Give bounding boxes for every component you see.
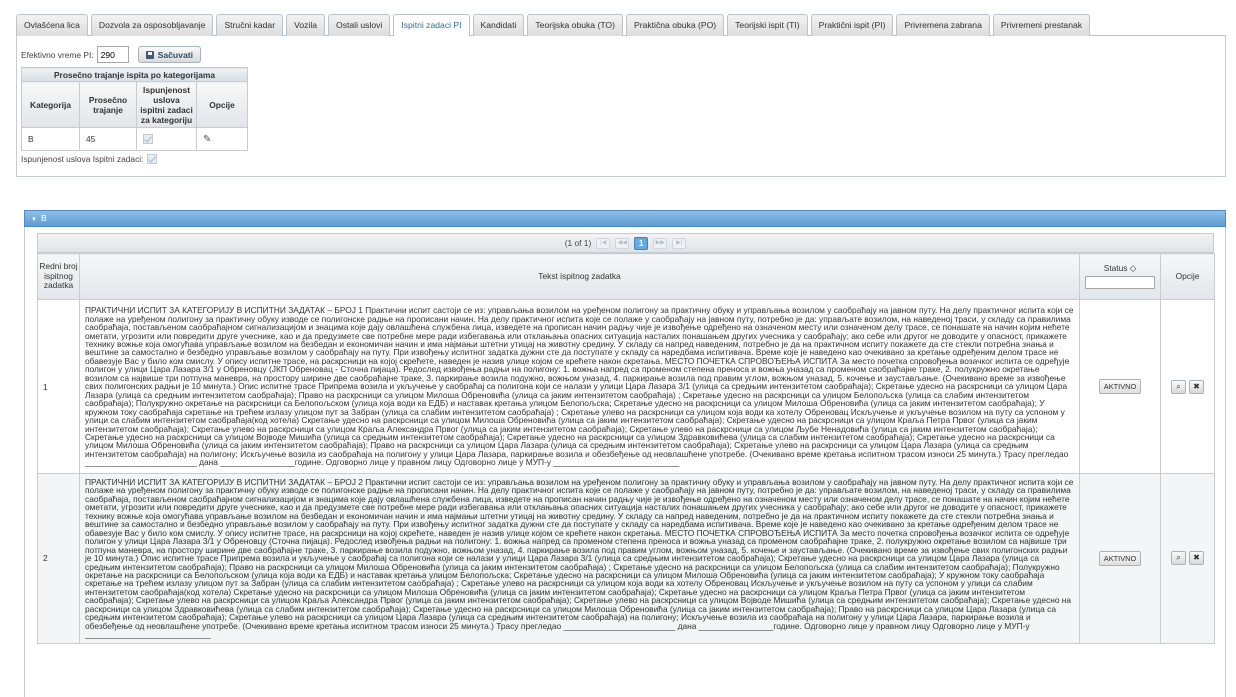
triangle-down-icon: ▼: [31, 217, 37, 223]
tab-ostali-uslovi[interactable]: Ostali uslovi: [328, 14, 391, 36]
exam-fulfillment-status: Ispunjenost uslova Ispitni zadaci:: [21, 154, 158, 164]
table-row: 2 ПРАКТИЧНИ ИСПИТ ЗА КАТЕГОРИЈУ B ИСПИТН…: [37, 473, 1215, 644]
tab-prakticna-obuka[interactable]: Praktična obuka (PO): [625, 14, 725, 36]
search-icon[interactable]: ⌕: [1171, 551, 1186, 566]
col-header-status[interactable]: Status ◇: [1079, 253, 1161, 300]
exam-fulfillment-label: Ispunjenost uslova Ispitni zadaci:: [21, 154, 144, 164]
exam-fulfillment-checkbox: [147, 154, 158, 164]
tab-teorijski-ispit[interactable]: Teorijski ispit (TI): [727, 14, 808, 36]
paginator: (1 of 1) |◀ ◀◀ 1 ▶▶ ▶|: [37, 233, 1214, 253]
prev-page-icon[interactable]: ◀◀: [615, 237, 630, 249]
edit-pencil-icon[interactable]: ✎: [203, 134, 211, 145]
avg-cell-kategorija: B: [21, 127, 80, 151]
status-badge: AKTIVNO: [1098, 550, 1142, 566]
effective-time-input[interactable]: [96, 46, 129, 63]
floppy-disk-icon: [145, 50, 154, 59]
fulfilled-checkbox: [143, 134, 153, 145]
task-number: 2: [37, 473, 80, 644]
col-header-no: Redni broj ispitnog zadatka: [37, 253, 80, 300]
task-number: 1: [37, 299, 80, 474]
avg-table-row: B 45 ✎: [21, 127, 248, 151]
tab-bar: Ovlašćena lica Dozvola za osposobljavanj…: [16, 14, 1226, 37]
status-header-label: Status ◇: [1103, 263, 1137, 274]
next-page-icon[interactable]: ▶▶: [653, 237, 668, 249]
last-page-icon[interactable]: ▶|: [672, 237, 687, 249]
category-b-accordion[interactable]: ▼ B: [24, 210, 1226, 227]
exam-tasks-table: (1 of 1) |◀ ◀◀ 1 ▶▶ ▶| Redni broj ispitn…: [37, 233, 1215, 644]
col-header-options: Opcije: [1160, 253, 1215, 300]
task-status-cell: AKTIVNO: [1079, 299, 1161, 474]
search-icon[interactable]: ⌕: [1171, 379, 1186, 394]
tab-privremena-zabrana[interactable]: Privremena zabrana: [896, 14, 990, 36]
tab-dozvola[interactable]: Dozvola za osposobljavanje: [90, 14, 214, 36]
close-icon[interactable]: ✖: [1189, 551, 1204, 566]
avg-cell-ispunjenost: [136, 127, 197, 151]
tab-kandidati[interactable]: Kandidati: [472, 14, 525, 36]
avg-cell-opcije: ✎: [196, 127, 248, 151]
avg-col-trajanje: Prosečno trajanje: [79, 81, 137, 128]
avg-duration-table: Prosečno trajanje ispita po kategorijama…: [21, 67, 248, 151]
exam-tasks-panel: Efektivno vreme PI: Sačuvati Prosečno tr…: [16, 36, 1226, 177]
avg-col-opcije: Opcije: [196, 81, 248, 128]
task-text: ПРАКТИЧНИ ИСПИТ ЗА КАТЕГОРИЈУ B ИСПИТНИ …: [79, 473, 1080, 644]
accordion-label: B: [40, 213, 47, 223]
effective-time-row: Efektivno vreme PI: Sačuvati: [21, 46, 201, 63]
tab-prakticni-ispit[interactable]: Praktični ispit (PI): [810, 14, 894, 36]
save-button-label: Sačuvati: [157, 49, 193, 60]
col-header-text: Tekst ispitnog zadatka: [79, 253, 1080, 300]
tab-privremeni-prestanak[interactable]: Privremeni prestanak: [992, 14, 1091, 36]
avg-table-caption: Prosečno trajanje ispita po kategorijama: [21, 67, 248, 82]
task-options-cell: ⌕ ✖: [1160, 473, 1215, 644]
table-row: 1 ПРАКТИЧНИ ИСПИТ ЗА КАТЕГОРИЈУ B ИСПИТН…: [37, 299, 1215, 474]
tab-ovlascena-lica[interactable]: Ovlašćena lica: [16, 14, 88, 36]
first-page-icon[interactable]: |◀: [596, 237, 611, 249]
task-status-cell: AKTIVNO: [1079, 473, 1161, 644]
page-info: (1 of 1): [564, 238, 592, 248]
tab-ispitni-zadaci[interactable]: Ispitni zadaci PI: [393, 14, 470, 37]
status-badge: AKTIVNO: [1098, 379, 1142, 394]
tab-strucni-kadar[interactable]: Stručni kadar: [216, 14, 284, 36]
page-button[interactable]: 1: [634, 236, 649, 250]
save-button[interactable]: Sačuvati: [137, 46, 201, 63]
status-filter-input[interactable]: [1085, 275, 1155, 289]
effective-time-label: Efektivno vreme PI:: [21, 49, 94, 60]
tab-vozila[interactable]: Vozila: [286, 14, 326, 36]
avg-col-kategorija: Kategorija: [21, 81, 80, 128]
task-options-cell: ⌕ ✖: [1160, 299, 1215, 474]
tasks-table: Redni broj ispitnog zadatka Tekst ispitn…: [37, 253, 1215, 644]
tab-teorijska-obuka[interactable]: Teorijska obuka (TO): [527, 14, 623, 36]
category-b-content: (1 of 1) |◀ ◀◀ 1 ▶▶ ▶| Redni broj ispitn…: [24, 227, 1226, 697]
avg-col-ispunjenost: Ispunjenost uslova ispitni zadaci za kat…: [136, 81, 197, 128]
close-icon[interactable]: ✖: [1189, 379, 1204, 394]
avg-cell-trajanje: 45: [79, 127, 137, 151]
task-text: ПРАКТИЧНИ ИСПИТ ЗА КАТЕГОРИЈУ B ИСПИТНИ …: [79, 299, 1080, 474]
